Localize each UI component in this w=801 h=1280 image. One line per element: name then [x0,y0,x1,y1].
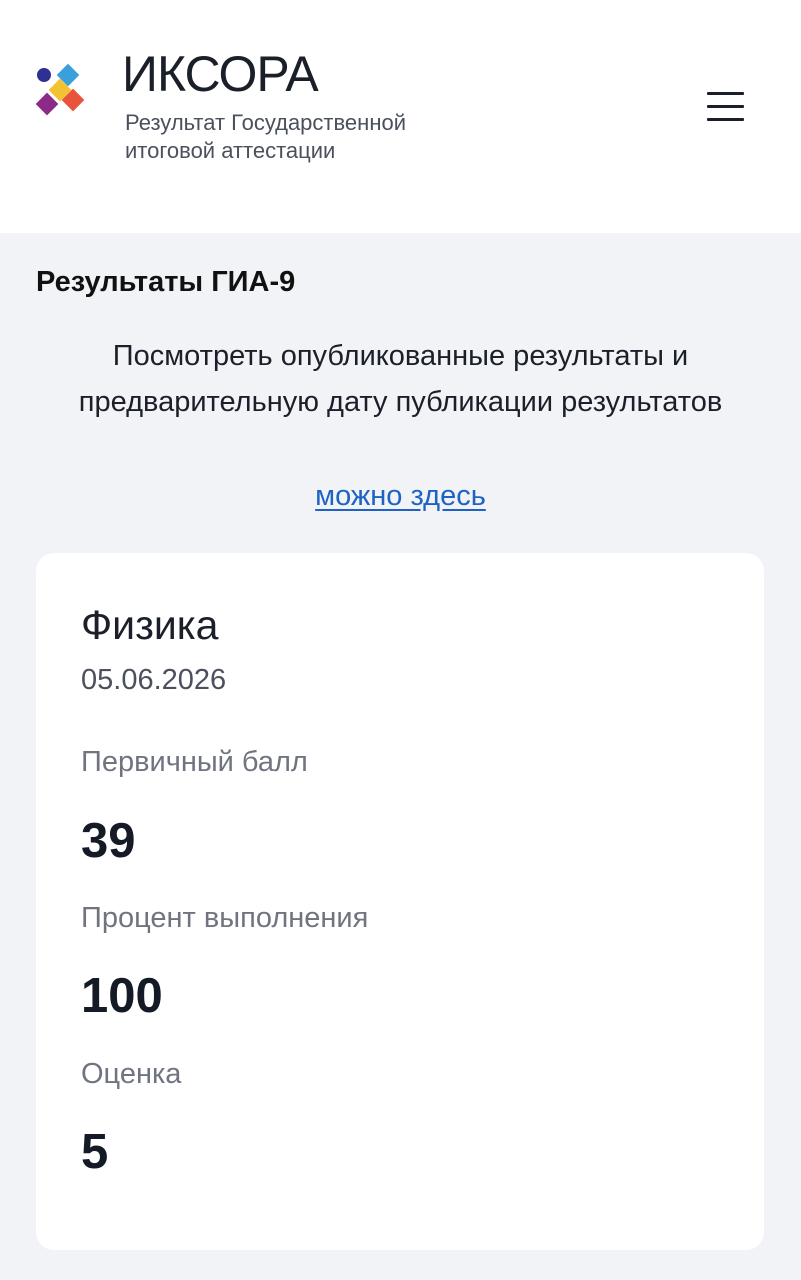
brand-subtitle-line1: Результат Государственной [125,110,406,135]
primary-score-value: 39 [81,814,136,868]
completion-percent-value: 100 [81,969,163,1023]
brand-name[interactable]: ИКСОРА [122,44,319,104]
subject-name: Физика [81,602,219,648]
primary-score-label: Первичный балл [81,746,308,778]
intro-text: Посмотреть опубликованные результаты и п… [78,340,723,418]
result-card: Физика 05.06.2026 Первичный балл 39 Проц… [36,553,764,1250]
page-title: Результаты ГИА-9 [36,266,296,298]
grade-label: Оценка [81,1058,182,1090]
site-header: ИКСОРА Результат Государственной итогово… [0,0,801,233]
hamburger-menu-icon[interactable] [700,84,750,130]
brand-subtitle: Результат Государственной итоговой аттес… [125,109,455,165]
exam-date: 05.06.2026 [81,664,227,696]
results-link[interactable]: можно здесь [315,480,486,512]
brand-subtitle-line2: итоговой аттестации [125,138,336,163]
completion-percent-label: Процент выполнения [81,902,369,934]
iskora-logo-icon[interactable] [34,64,94,124]
intro-link-wrapper: можно здесь [0,473,801,519]
grade-value: 5 [81,1125,109,1179]
